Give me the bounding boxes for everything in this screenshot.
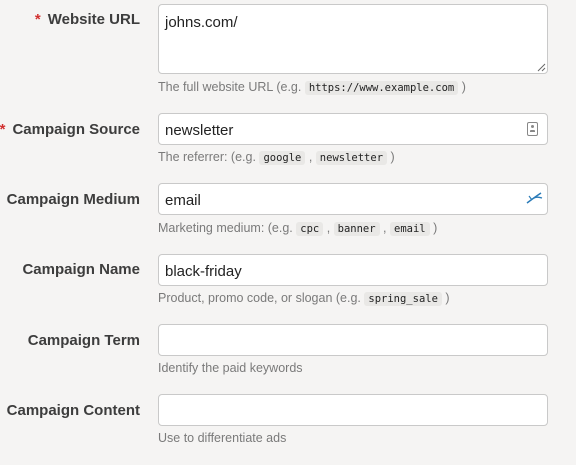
website-url-label: * Website URL (34, 11, 140, 28)
campaign-name-value: black-friday (165, 263, 242, 280)
campaign-medium-help: Marketing medium: (e.g. cpc , banner , e… (158, 221, 438, 236)
campaign-term-input[interactable] (158, 324, 548, 356)
campaign-content-help: Use to differentiate ads (158, 431, 287, 445)
example-code: https://www.example.com (304, 81, 459, 95)
contact-card-icon[interactable] (527, 122, 538, 136)
campaign-content-label: Campaign Content (6, 402, 140, 419)
campaign-medium-input[interactable]: email (158, 183, 548, 215)
campaign-name-help: Product, promo code, or slogan (e.g. spr… (158, 291, 450, 306)
required-asterisk: * (34, 11, 41, 28)
website-url-textarea[interactable]: johns.com/ (158, 4, 548, 74)
campaign-name-input[interactable]: black-friday (158, 254, 548, 286)
example-code: spring_sale (364, 292, 442, 306)
example-code: email (390, 222, 430, 236)
campaign-content-input[interactable] (158, 394, 548, 426)
campaign-source-label: * Campaign Source (0, 121, 140, 138)
campaign-source-value: newsletter (165, 122, 234, 139)
campaign-source-help: The referrer: (e.g. google , newsletter … (158, 150, 395, 165)
campaign-term-help: Identify the paid keywords (158, 361, 303, 375)
website-url-help: The full website URL (e.g. https://www.e… (158, 80, 466, 95)
example-code: google (259, 151, 306, 165)
campaign-source-input[interactable]: newsletter (158, 113, 548, 145)
campaign-name-label: Campaign Name (22, 261, 140, 278)
campaign-medium-value: email (165, 192, 201, 209)
example-code: cpc (296, 222, 324, 236)
feather-arrow-icon[interactable] (525, 191, 543, 205)
campaign-term-label: Campaign Term (27, 332, 140, 349)
website-url-value: johns.com/ (165, 14, 238, 31)
resize-grip-icon[interactable] (537, 63, 546, 72)
example-code: banner (333, 222, 380, 236)
example-code: newsletter (315, 151, 388, 165)
campaign-medium-label: Campaign Medium (6, 191, 140, 208)
required-asterisk: * (0, 121, 6, 138)
